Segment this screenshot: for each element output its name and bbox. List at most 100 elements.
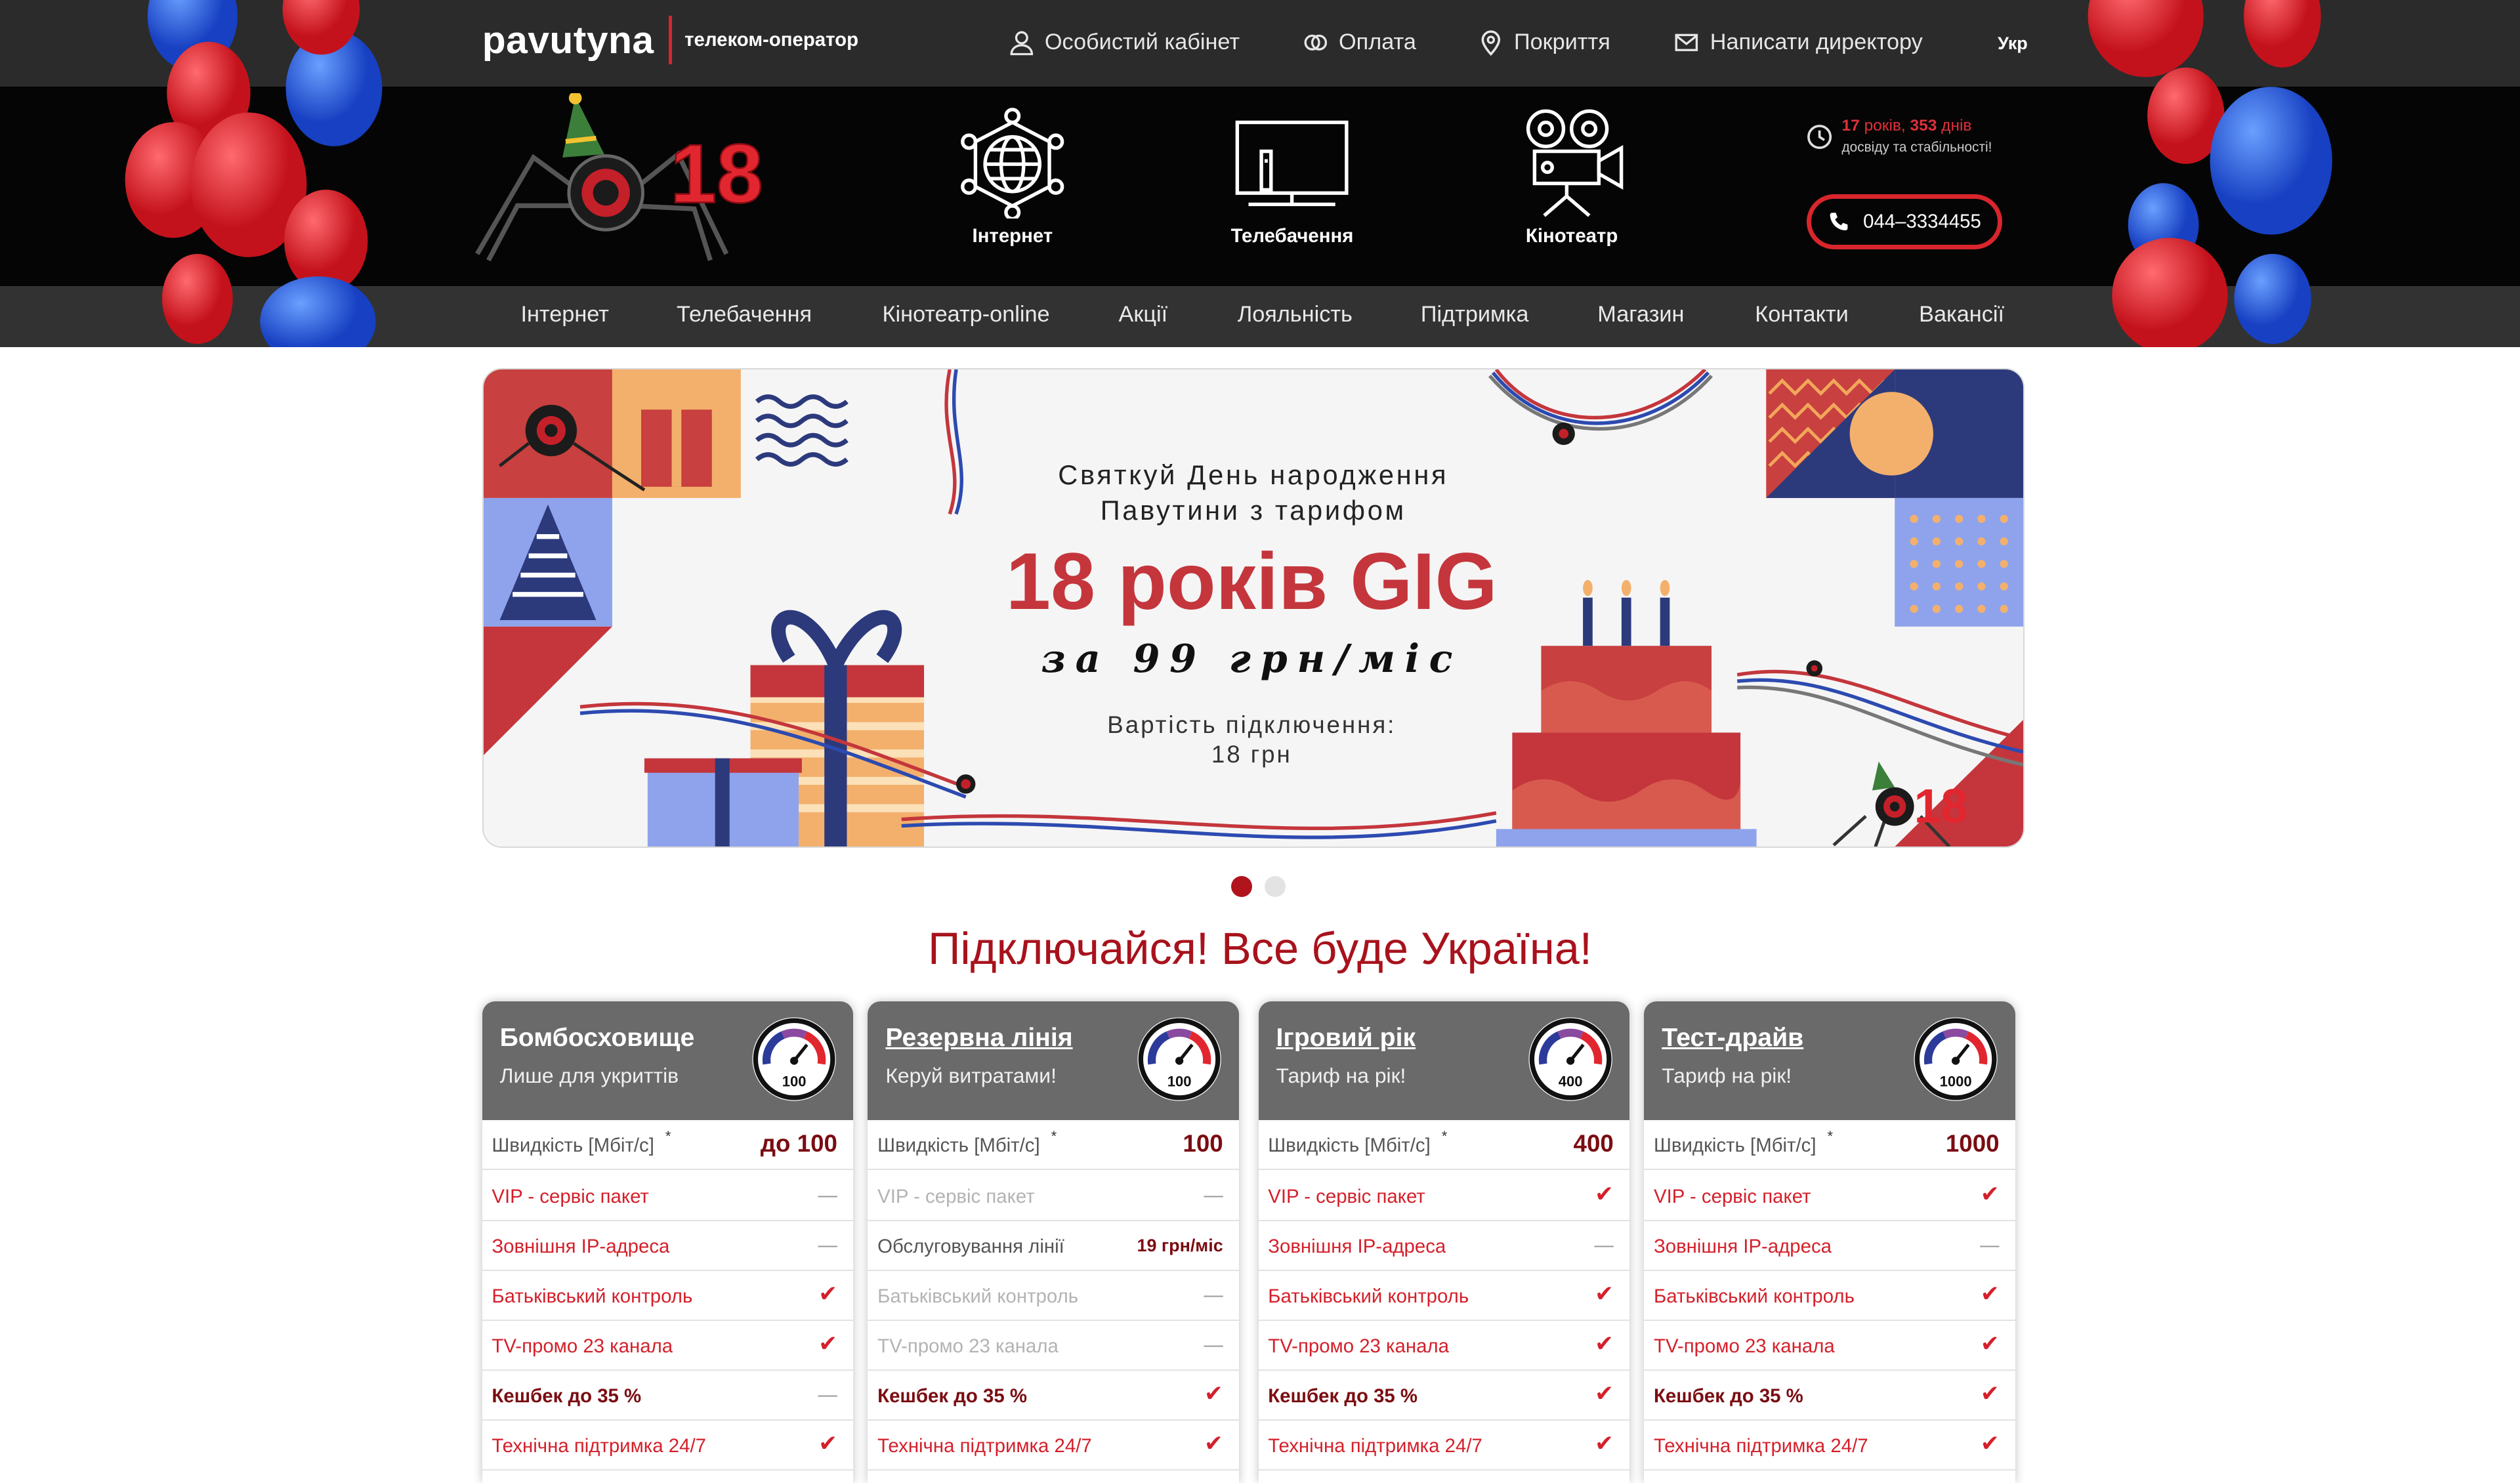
gauge-value: 100 xyxy=(1167,1073,1192,1089)
language-switch[interactable]: Укр xyxy=(1998,33,2028,54)
service-cinema[interactable]: Кінотеатр xyxy=(1475,106,1668,247)
tariff-row-label: Батьківський контроль xyxy=(877,1285,1079,1308)
banner-line1: Святкуй День народження xyxy=(1058,459,1449,490)
carousel-dot-1[interactable] xyxy=(1230,875,1252,897)
tariff-card-header: Резервна лінія Керуй витратами! 100 xyxy=(868,1001,1240,1120)
tariff-name[interactable]: Бомбосховище xyxy=(500,1024,695,1053)
tariff-row: Зовнішня IP-адреса — xyxy=(482,1221,854,1272)
dash-icon: — xyxy=(818,1184,837,1206)
tariff-card[interactable]: Резервна лінія Керуй витратами! 100 Швидкіс… xyxy=(868,1001,1240,1483)
uptime-counter: 17 років, 353 днів досвіду та стабільнос… xyxy=(1807,115,1992,158)
nav-item-internet[interactable]: Інтернет xyxy=(520,302,608,327)
promo-banner[interactable]: 18 Святкуй День народження Павутини з та… xyxy=(482,367,2025,848)
uptime-years-word: років, xyxy=(1864,117,1906,135)
logo[interactable]: pavutyna телеком-оператор xyxy=(482,16,858,64)
gauge-value: 1000 xyxy=(1940,1073,1972,1089)
speedometer-icon: 1000 xyxy=(1914,1017,1998,1101)
footnote-asterisk: * xyxy=(1051,1128,1057,1145)
check-icon: ✔ xyxy=(1595,1182,1614,1207)
tariff-row-label: Швидкість [Мбіт/с] xyxy=(1268,1134,1431,1156)
banner-price: за 99 грн/міс xyxy=(1041,636,1463,682)
tariff-row-label: Батьківський контроль xyxy=(1654,1285,1855,1308)
banner-18-decal: 18 xyxy=(1914,778,1967,833)
spider-mascot-logo[interactable]: 18 xyxy=(469,93,791,270)
tariff-speed-value: до 100 xyxy=(760,1129,837,1157)
service-tv[interactable]: Телебачення xyxy=(1196,106,1389,247)
phone-icon xyxy=(1830,213,1848,230)
service-cinema-label: Кінотеатр xyxy=(1525,224,1618,247)
tariff-row: Технічна підтримка 24/7 ✔ xyxy=(868,1421,1240,1471)
tariff-row: Технічна підтримка 24/7 ✔ xyxy=(1644,1421,2016,1471)
speedometer-icon: 100 xyxy=(1137,1017,1222,1101)
nav-item-vacancies[interactable]: Вакансії xyxy=(1919,302,2004,327)
map-pin-icon xyxy=(1481,30,1500,56)
phone-button[interactable]: 044–3334455 xyxy=(1806,194,2003,249)
check-icon: ✔ xyxy=(818,1431,837,1456)
coverage-link-label: Покриття xyxy=(1513,30,1610,55)
tariff-card-header: Тест-драйв Тариф на рік! 1000 xyxy=(1644,1001,2016,1120)
tariff-row: TV-промо 23 канала ✔ xyxy=(1644,1321,2016,1371)
tariff-row: VIP - сервіс пакет ✔ xyxy=(1258,1171,1630,1222)
tariff-row-label: Кешбек до 35 % xyxy=(1268,1385,1418,1408)
service-internet[interactable]: Інтернет xyxy=(916,106,1109,247)
check-icon: ✔ xyxy=(1204,1431,1223,1456)
banner-title: 18 років GIG xyxy=(1005,536,1498,627)
tariff-row: VIP - сервіс пакет ✔ xyxy=(1644,1171,2016,1222)
logo-divider xyxy=(668,16,672,64)
carousel-dot-2[interactable] xyxy=(1265,875,1286,897)
tariff-row: Технічна підтримка 24/7 ✔ xyxy=(482,1421,854,1471)
nav-item-cinema-online[interactable]: Кінотеатр-online xyxy=(883,302,1050,327)
nav-item-shop[interactable]: Магазин xyxy=(1597,302,1684,327)
banner-connection-label: Вартість підключення: xyxy=(1107,711,1396,739)
clock-icon xyxy=(1807,124,1832,149)
tariff-name[interactable]: Резервна лінія xyxy=(885,1024,1072,1053)
nav-item-loyalty[interactable]: Лояльність xyxy=(1238,302,1353,327)
balloons-left xyxy=(125,0,383,347)
tariff-row-label: Кешбек до 35 % xyxy=(492,1385,642,1408)
tariff-row-label: Зовнішня IP-адреса xyxy=(1268,1236,1446,1258)
tariff-subtitle: Лише для укриттів xyxy=(499,1064,679,1088)
nav-item-contacts[interactable]: Контакти xyxy=(1755,302,1849,327)
speedometer-icon: 400 xyxy=(1528,1017,1612,1101)
check-icon: ✔ xyxy=(1980,1182,2000,1207)
tariff-name[interactable]: Ігровий рік xyxy=(1276,1024,1416,1053)
tariff-row-label: Кешбек до 35 % xyxy=(1654,1385,1803,1408)
phone-number: 044–3334455 xyxy=(1863,210,1981,232)
payment-link[interactable]: Оплата xyxy=(1302,29,1416,56)
tariff-row-label: VIP - сервіс пакет xyxy=(1268,1186,1425,1208)
footnote-asterisk: * xyxy=(1827,1128,1834,1145)
nav-item-tv[interactable]: Телебачення xyxy=(677,302,812,327)
tariff-card[interactable]: Тест-драйв Тариф на рік! 1000 Швидкість [Мб… xyxy=(1644,1001,2016,1483)
logo-wordmark: pavutyna xyxy=(482,18,654,62)
nav-item-promotions[interactable]: Акції xyxy=(1119,302,1168,327)
write-director-link[interactable]: Написати директору xyxy=(1673,29,1923,56)
tariff-speed-value: 1000 xyxy=(1945,1129,2000,1157)
tariff-row-label: Швидкість [Мбіт/с] xyxy=(1654,1134,1816,1156)
tv-monitor-icon xyxy=(1236,120,1349,206)
coverage-link[interactable]: Покриття xyxy=(1477,29,1610,56)
tariff-row-label: TV-промо 23 канала xyxy=(1268,1335,1449,1358)
cabinet-link[interactable]: Особистий кабінет xyxy=(1008,29,1240,56)
tariff-row: Батьківський контроль ✔ xyxy=(482,1271,854,1322)
banner-connection-value: 18 грн xyxy=(1211,740,1292,768)
tariff-row: Обслуговування лінії 19 грн/міс xyxy=(868,1221,1240,1272)
dash-icon: — xyxy=(1204,1184,1223,1206)
tariff-speed-value: 100 xyxy=(1183,1129,1223,1157)
nav-item-support[interactable]: Підтримка xyxy=(1421,302,1529,327)
tariff-row-label: TV-промо 23 канала xyxy=(877,1335,1059,1358)
dash-icon: — xyxy=(1204,1333,1223,1356)
tariff-row: Батьківський контроль ✔ xyxy=(1644,1271,2016,1322)
tariff-card[interactable]: Бомбосховище Лише для укриттів 100 Швидкіст… xyxy=(482,1001,854,1483)
tariff-row-label: Технічна підтримка 24/7 xyxy=(492,1434,706,1457)
tariff-row: Технічна підтримка 24/7 ✔ xyxy=(1258,1421,1630,1471)
carousel-dots xyxy=(1230,875,1286,897)
tariff-row: Зовнішня IP-адреса — xyxy=(1644,1221,2016,1272)
tariff-row-speed: Швидкість [Мбіт/с] * 400 xyxy=(1258,1120,1630,1170)
tariff-name[interactable]: Тест-драйв xyxy=(1662,1024,1803,1053)
tariff-row-label: Зовнішня IP-адреса xyxy=(1654,1236,1832,1258)
tariff-row: Зовнішня IP-адреса — xyxy=(1258,1221,1630,1272)
tariff-card[interactable]: Ігровий рік Тариф на рік! 400 Швидкість [Мб… xyxy=(1258,1001,1630,1483)
check-icon: ✔ xyxy=(1980,1331,2000,1356)
tariff-row-label: VIP - сервіс пакет xyxy=(1654,1186,1811,1208)
tariff-row: Кешбек до 35 % ✔ xyxy=(1258,1371,1630,1421)
